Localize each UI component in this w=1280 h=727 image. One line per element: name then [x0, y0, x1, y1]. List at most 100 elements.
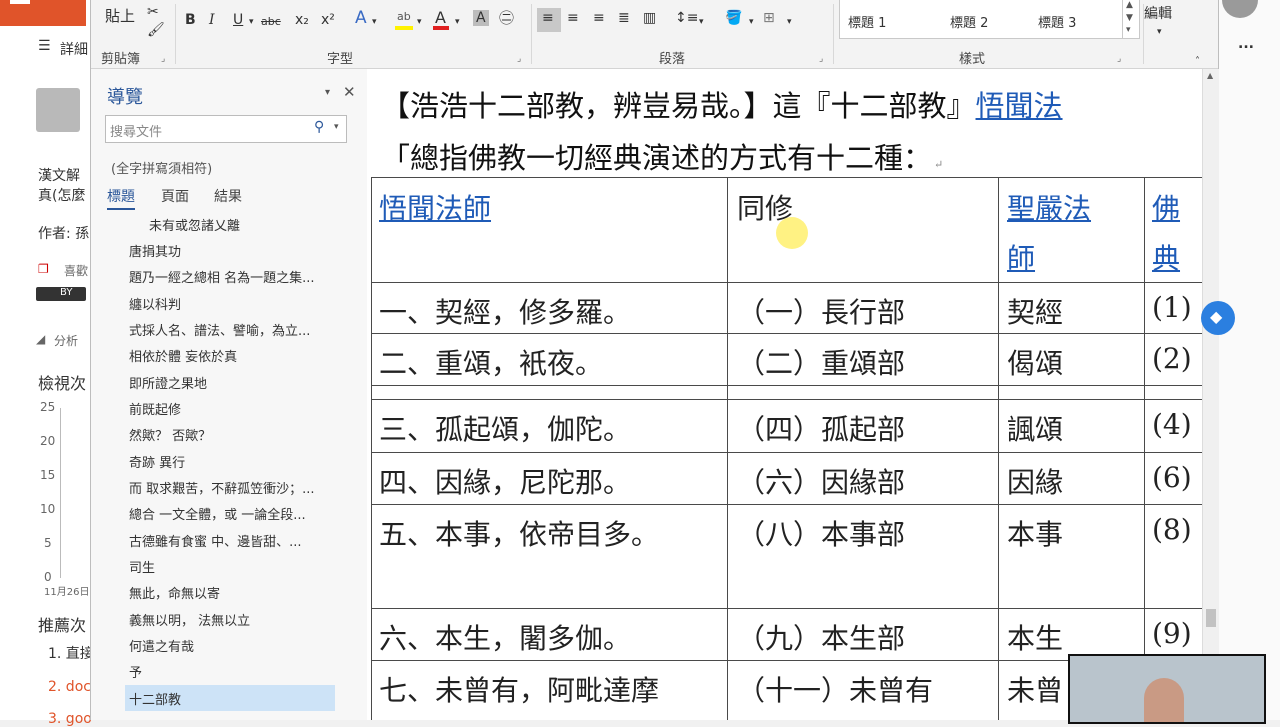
nav-heading-item[interactable]: 而 取求艱苦，不辭孤笠衝沙；... [129, 478, 339, 497]
font-color-icon[interactable]: A [431, 8, 451, 30]
nav-heading-item[interactable]: 即所證之果地 [129, 373, 339, 392]
chart-date: 11月26日 [44, 587, 90, 598]
nav-heading-item[interactable]: 唐捐其功 [129, 241, 339, 260]
style-heading-1[interactable]: 標題 1 [848, 12, 886, 31]
right-background-strip [1218, 0, 1280, 720]
styles-launcher-icon[interactable]: ⌟ [1117, 54, 1121, 64]
format-painter-icon[interactable]: 🖌 [147, 22, 165, 38]
navigation-pane: 導覽 ▾ ✕ 搜尋文件 ⚲ ▾ (全字拼寫須相符) 標題 頁面 結果 未有或忽諸… [91, 69, 368, 720]
paste-button[interactable]: 貼上 [105, 8, 135, 24]
rec-item-2[interactable]: 2. doc [48, 679, 91, 695]
italic-button[interactable]: I [209, 12, 215, 28]
rec-item-3[interactable]: 3. goo [48, 711, 92, 727]
table-cell: (4) [1152, 408, 1192, 441]
nav-heading-item[interactable]: 司生 [129, 557, 339, 576]
nav-heading-item[interactable]: 式採人名、譜法、譬喻，為立... [129, 320, 339, 339]
nav-heading-item[interactable]: 纏以科判 [129, 294, 339, 313]
font-launcher-icon[interactable]: ⌟ [517, 54, 521, 64]
nav-search-input[interactable]: 搜尋文件 ⚲ ▾ [105, 115, 347, 143]
nav-heading-item[interactable]: 未有或忽諸乂離 [149, 215, 359, 234]
editing-dropdown-icon[interactable]: ▾ [1157, 24, 1162, 40]
underline-button[interactable]: U [233, 12, 243, 28]
align-center-icon[interactable]: ≡ [567, 10, 579, 26]
table-border [371, 177, 372, 720]
nav-heading-item[interactable]: 予 [129, 662, 339, 681]
table-header-cell[interactable]: 悟聞法師 [379, 187, 491, 227]
nav-heading-item[interactable]: 何遣之有哉 [129, 636, 339, 655]
nav-heading-item[interactable]: 然歟？ 否歟？ [129, 425, 339, 444]
close-icon[interactable]: ✕ [343, 83, 356, 101]
editing-button[interactable]: 編輯 [1144, 6, 1172, 22]
dropbox-button[interactable]: ◆ [1201, 301, 1235, 335]
rec-item-1[interactable]: 1. 直接 [48, 643, 94, 663]
tab-results[interactable]: 結果 [214, 186, 242, 206]
align-right-icon[interactable]: ≡ [593, 10, 605, 26]
doc-line-2-text: 「總指佛教一切經典演述的方式有十二種： [381, 141, 933, 175]
enclose-characters-icon[interactable]: ㊁ [499, 10, 514, 26]
tab-pages[interactable]: 頁面 [161, 186, 189, 206]
shading-icon[interactable]: 🪣 [725, 10, 742, 26]
analysis-triangle-icon[interactable]: ◢ [36, 332, 45, 346]
nav-heading-item[interactable]: 前既起修 [129, 399, 339, 418]
underline-dropdown-icon[interactable]: ▾ [249, 14, 254, 30]
strikethrough-button[interactable]: abc [261, 14, 281, 30]
cut-icon[interactable]: ✂ [147, 4, 159, 20]
subscript-button[interactable]: x₂ [295, 12, 309, 28]
nav-heading-item[interactable]: 總合 一文全體，或 一論全段... [129, 504, 339, 523]
doc-line-1-link[interactable]: 悟聞法 [976, 89, 1063, 123]
clipboard-launcher-icon[interactable]: ⌟ [161, 54, 165, 64]
nav-heading-item[interactable]: 相依於體 妄依於真 [129, 346, 339, 365]
search-icon[interactable]: ⚲ [314, 119, 324, 135]
webcam-overlay [1068, 654, 1266, 724]
style-heading-2[interactable]: 標題 2 [950, 12, 988, 31]
highlight-dropdown-icon[interactable]: ▾ [417, 14, 422, 30]
paragraph-launcher-icon[interactable]: ⌟ [819, 54, 823, 64]
justify-icon[interactable]: ≣ [618, 10, 630, 26]
style-heading-3[interactable]: 標題 3 [1038, 12, 1076, 31]
nav-heading-item[interactable]: 無此，命無以寄 [129, 583, 339, 602]
nav-heading-item[interactable]: 義無以明， 法無以立 [129, 610, 339, 629]
shading-dropdown-icon[interactable]: ▾ [749, 14, 754, 30]
scrollbar-thumb[interactable] [1206, 609, 1216, 627]
search-dropdown-icon[interactable]: ▾ [334, 122, 339, 132]
like-label: 喜歡 [64, 264, 89, 278]
table-border [371, 177, 1202, 178]
superscript-button[interactable]: x² [321, 12, 335, 28]
detail-label: 詳細 [60, 42, 88, 58]
table-header-cell[interactable]: 聖嚴法 [1007, 187, 1091, 227]
table-cell: （二）重頌部 [737, 347, 906, 380]
styles-scroll[interactable]: ▲ ▼ ▾ [1122, 0, 1140, 39]
line-spacing-dropdown-icon[interactable]: ▾ [699, 14, 704, 30]
borders-icon[interactable]: ⊞ [763, 10, 775, 26]
distributed-icon[interactable]: ▥ [643, 10, 656, 26]
avatar[interactable] [36, 88, 80, 132]
table-header-cell[interactable]: 典 [1152, 237, 1180, 277]
menu-icon[interactable]: ☰ [38, 38, 51, 54]
line-spacing-icon[interactable]: ↕≡ [675, 10, 698, 26]
scroll-up-icon[interactable]: ▲ [1207, 71, 1213, 80]
bold-button[interactable]: B [185, 12, 196, 28]
document-canvas[interactable]: 【浩浩十二部教，辨豈易哉。】這『十二部教』悟聞法 「總指佛教一切經典演述的方式有… [367, 69, 1202, 720]
document-scrollbar[interactable]: ▲ [1202, 69, 1219, 720]
nav-options-icon[interactable]: ▾ [325, 87, 330, 98]
collapse-ribbon-icon[interactable]: ˄ [1195, 54, 1200, 70]
nav-heading-item-selected[interactable]: 十二部教 [129, 689, 339, 708]
text-effects-dropdown-icon[interactable]: ▾ [372, 14, 377, 30]
table-border [371, 452, 1202, 453]
character-shading-icon[interactable]: A [473, 10, 489, 26]
nav-heading-item[interactable]: 奇跡 異行 [129, 452, 339, 471]
text-effects-icon[interactable]: A [355, 10, 367, 27]
nav-heading-item[interactable]: 題乃一經之總相 名為一題之集... [129, 267, 339, 286]
align-left-button[interactable]: ≡ [537, 8, 561, 32]
table-header-cell[interactable]: 師 [1007, 237, 1035, 277]
more-options-icon[interactable]: ... [1238, 36, 1254, 52]
highlight-icon[interactable]: ab [393, 10, 415, 30]
license-text: BY [60, 287, 73, 298]
borders-dropdown-icon[interactable]: ▾ [787, 14, 792, 30]
like-icon[interactable]: ❐ [38, 262, 49, 276]
nav-heading-item[interactable]: 古德雖有食蜜 中、邊皆甜、... [129, 531, 339, 550]
table-cell: (9) [1152, 617, 1192, 650]
font-color-dropdown-icon[interactable]: ▾ [455, 14, 460, 30]
table-header-cell[interactable]: 佛 [1152, 187, 1180, 227]
tab-headings[interactable]: 標題 [107, 186, 135, 210]
